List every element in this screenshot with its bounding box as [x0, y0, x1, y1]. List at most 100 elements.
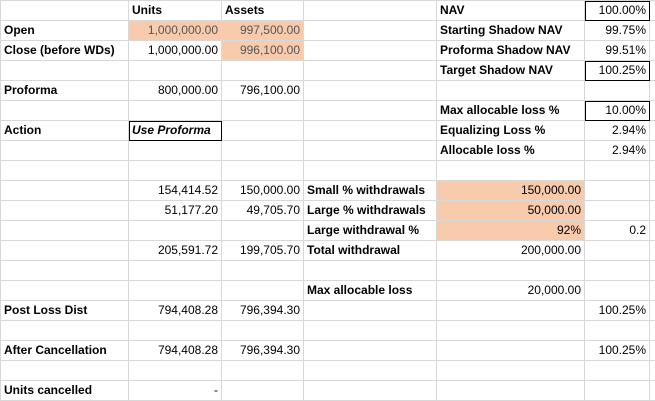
cell[interactable] [0, 0, 129, 21]
cell[interactable] [0, 280, 129, 301]
cell[interactable] [221, 120, 304, 141]
cell[interactable]: Post Loss Dist [0, 300, 129, 321]
cell[interactable] [649, 220, 655, 241]
cell[interactable]: 150,000.00 [221, 180, 304, 201]
cell[interactable] [128, 360, 222, 381]
cell[interactable] [649, 180, 655, 201]
cell[interactable] [649, 80, 655, 101]
cell[interactable]: Proforma [0, 80, 129, 101]
cell[interactable] [649, 100, 655, 121]
cell[interactable] [649, 360, 655, 381]
cell[interactable] [649, 160, 655, 181]
cell[interactable]: 92% [435, 220, 586, 241]
cell[interactable]: 51,177.20 [128, 200, 222, 221]
cell[interactable] [221, 260, 304, 281]
cell[interactable]: Assets [221, 0, 304, 21]
cell[interactable]: Proforma Shadow NAV [435, 40, 586, 61]
cell[interactable] [303, 300, 437, 321]
cell[interactable] [435, 380, 586, 401]
cell[interactable]: 796,394.30 [221, 300, 304, 321]
cell[interactable] [435, 300, 586, 321]
cell[interactable] [303, 160, 437, 181]
cell[interactable]: 100.25% [584, 340, 651, 361]
cell[interactable]: 2.94% [584, 140, 651, 161]
cell[interactable]: 794,408.28 [128, 340, 222, 361]
cell[interactable] [221, 60, 304, 81]
cell[interactable] [128, 100, 222, 121]
cell[interactable] [649, 0, 655, 21]
cell[interactable]: 100.00% [584, 0, 651, 21]
cell[interactable] [649, 340, 655, 361]
cell[interactable]: 50,000.00 [435, 200, 586, 221]
cell[interactable]: 100.25% [584, 60, 651, 81]
cell[interactable]: 10.00% [584, 100, 651, 121]
cell[interactable]: NAV [435, 0, 586, 21]
cell[interactable] [649, 120, 655, 141]
cell[interactable] [128, 260, 222, 281]
cell[interactable] [0, 220, 129, 241]
cell[interactable] [303, 0, 437, 21]
cell[interactable] [0, 160, 129, 181]
cell[interactable]: Open [0, 20, 129, 41]
cell[interactable]: 99.75% [584, 20, 651, 41]
cell[interactable] [649, 200, 655, 221]
cell[interactable] [128, 220, 222, 241]
cell[interactable] [128, 60, 222, 81]
cell[interactable] [649, 260, 655, 281]
cell[interactable]: Close (before WDs) [0, 40, 129, 61]
cell[interactable] [128, 160, 222, 181]
cell[interactable]: 800,000.00 [128, 80, 222, 101]
cell[interactable]: 794,408.28 [128, 300, 222, 321]
cell[interactable]: Large % withdrawals [303, 200, 437, 221]
cell[interactable]: After Cancellation [0, 340, 129, 361]
cell[interactable]: 1,000,000.00 [128, 20, 222, 41]
cell[interactable] [303, 140, 437, 161]
cell[interactable] [435, 360, 586, 381]
cell[interactable] [221, 220, 304, 241]
cell[interactable] [0, 180, 129, 201]
cell[interactable]: 0.2 [584, 220, 651, 241]
cell[interactable]: 49,705.70 [221, 200, 304, 221]
cell[interactable] [649, 240, 655, 261]
cell[interactable]: 20,000.00 [435, 280, 586, 301]
cell[interactable] [303, 380, 437, 401]
cell[interactable] [649, 40, 655, 61]
cell[interactable]: Use Proforma [128, 120, 222, 141]
cell[interactable] [649, 320, 655, 341]
cell[interactable]: Units cancelled [0, 380, 129, 401]
cell[interactable] [0, 240, 129, 261]
cell[interactable] [303, 80, 437, 101]
cell[interactable] [221, 140, 304, 161]
cell[interactable]: 1,000,000.00 [128, 40, 222, 61]
cell[interactable]: 100.25% [584, 300, 651, 321]
cell[interactable]: 796,100.00 [221, 80, 304, 101]
cell[interactable] [221, 100, 304, 121]
cell[interactable] [584, 160, 651, 181]
cell[interactable]: - [128, 380, 222, 401]
cell[interactable] [303, 40, 437, 61]
cell[interactable] [0, 140, 129, 161]
cell[interactable] [303, 340, 437, 361]
cell[interactable] [435, 320, 586, 341]
cell[interactable]: Max allocable loss [303, 280, 437, 301]
cell[interactable] [435, 260, 586, 281]
cell[interactable] [0, 60, 129, 81]
cell[interactable] [221, 360, 304, 381]
cell[interactable]: Units [128, 0, 222, 21]
cell[interactable]: Action [0, 120, 129, 141]
cell[interactable] [0, 100, 129, 121]
cell[interactable]: Small % withdrawals [303, 180, 437, 201]
cell[interactable] [649, 60, 655, 81]
cell[interactable] [584, 320, 651, 341]
cell[interactable] [649, 140, 655, 161]
cell[interactable] [303, 360, 437, 381]
cell[interactable] [649, 280, 655, 301]
cell[interactable] [128, 140, 222, 161]
cell[interactable]: 150,000.00 [435, 180, 586, 201]
cell[interactable]: 997,500.00 [221, 20, 304, 41]
cell[interactable]: Target Shadow NAV [435, 60, 586, 81]
cell[interactable]: 796,394.30 [221, 340, 304, 361]
cell[interactable] [128, 320, 222, 341]
cell[interactable] [435, 340, 586, 361]
cell[interactable] [221, 380, 304, 401]
